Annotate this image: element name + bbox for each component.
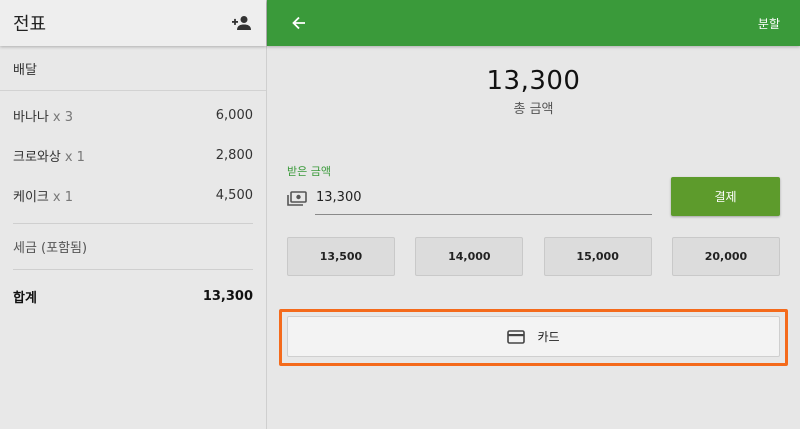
total-label: 합계 (13, 290, 37, 306)
payment-panel: 분할 13,300 총 금액 받은 금액 결제 13,500 14,000 15… (267, 0, 800, 429)
card-payment-label: 카드 (537, 330, 560, 344)
item-price: 6,000 (215, 107, 253, 123)
receipt-panel: 전표 배달 바나나 x 3 6,000 크로와상 x 1 2,800 케이크 x 1 … (0, 0, 267, 429)
order-type: 배달 (0, 46, 266, 91)
back-button[interactable] (289, 13, 309, 33)
receipt-item[interactable]: 크로와상 x 1 2,800 (0, 135, 266, 175)
receipt-item[interactable]: 케이크 x 1 4,500 (0, 175, 266, 215)
total-value: 13,300 (202, 288, 253, 304)
item-price: 2,800 (215, 147, 253, 163)
item-name: 케이크 (13, 189, 49, 205)
add-customer-icon[interactable] (230, 11, 254, 35)
cash-icon (287, 191, 307, 206)
total-row: 합계 13,300 (0, 270, 266, 322)
item-name: 바나나 (13, 109, 49, 125)
split-button[interactable]: 분할 (758, 15, 780, 32)
payment-topbar: 분할 (267, 0, 800, 46)
total-amount-label: 총 금액 (513, 102, 554, 117)
quick-amount-row: 13,500 14,000 15,000 20,000 (287, 237, 780, 276)
pay-button[interactable]: 결제 (671, 177, 780, 216)
received-amount-label: 받은 금액 (287, 165, 331, 178)
quick-amount-button[interactable]: 13,500 (287, 237, 395, 276)
receipt-items: 바나나 x 3 6,000 크로와상 x 1 2,800 케이크 x 1 4,500 (0, 91, 266, 215)
quick-amount-button[interactable]: 20,000 (671, 237, 780, 276)
receipt-header: 전표 (0, 0, 266, 46)
quick-amount-button[interactable]: 14,000 (415, 237, 524, 276)
received-amount-input[interactable] (315, 184, 652, 215)
item-qty: x 3 (52, 109, 73, 125)
arrow-left-icon (292, 16, 305, 30)
total-amount: 13,300 (486, 66, 581, 96)
item-price: 4,500 (215, 187, 253, 203)
receipt-item[interactable]: 바나나 x 3 6,000 (0, 95, 266, 135)
item-qty: x 1 (64, 149, 85, 165)
credit-card-icon (507, 329, 526, 344)
item-qty: x 1 (52, 189, 73, 205)
card-payment-button[interactable]: 카드 (287, 316, 780, 357)
item-name: 크로와상 (13, 149, 61, 165)
quick-amount-button[interactable]: 15,000 (543, 237, 652, 276)
person-add-icon (232, 16, 251, 30)
receipt-title: 전표 (13, 14, 47, 35)
tax-label: 세금 (포함됨) (13, 241, 88, 256)
